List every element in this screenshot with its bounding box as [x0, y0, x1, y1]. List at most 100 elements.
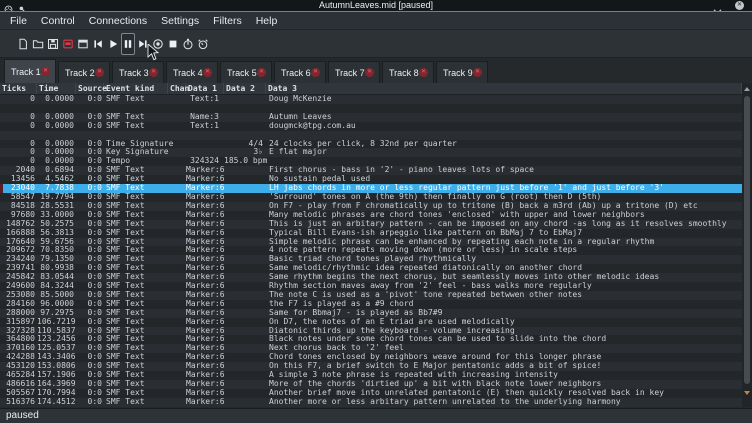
- panic-button[interactable]: [61, 33, 75, 55]
- metronome-button[interactable]: [196, 33, 210, 55]
- column-header-data1[interactable]: Data 1: [186, 83, 224, 94]
- open-folder-icon: [32, 38, 44, 50]
- stop-button[interactable]: [166, 33, 180, 55]
- tab-close-icon[interactable]: ✕: [311, 68, 320, 77]
- close-icon[interactable]: ✕: [735, 1, 744, 10]
- cell: Text:1: [186, 95, 224, 104]
- cell: [168, 220, 186, 229]
- tab-close-icon[interactable]: ✕: [473, 68, 482, 77]
- cell: [224, 371, 266, 380]
- cell: [168, 184, 186, 193]
- scroll-up-icon[interactable]: [744, 87, 750, 91]
- cell: [224, 318, 266, 327]
- play-icon: [107, 38, 119, 50]
- tab-close-icon[interactable]: ✕: [203, 68, 212, 77]
- new-file-icon: [17, 38, 29, 50]
- tab-close-icon[interactable]: ✕: [95, 68, 104, 77]
- stopwatch-button[interactable]: [181, 33, 195, 55]
- tab-track-7[interactable]: Track 7✕: [328, 61, 380, 83]
- cell: SMF Text: [104, 95, 168, 104]
- stop-icon: [167, 38, 179, 50]
- table-row[interactable]: 00.00000:0SMF TextText:1dougmck@tpg.com.…: [0, 122, 742, 131]
- pause-button[interactable]: [121, 33, 135, 55]
- cell: 0:0: [76, 122, 104, 131]
- skip-backward-icon: [92, 38, 104, 50]
- tab-track-1[interactable]: Track 1✕: [4, 59, 56, 83]
- tab-label: Track 9: [437, 68, 473, 78]
- tab-track-9[interactable]: Track 9✕: [436, 61, 488, 83]
- menu-connections[interactable]: Connections: [82, 12, 154, 30]
- table-row[interactable]: 516376174.45120:0SMF TextMarker:6Another…: [0, 398, 742, 407]
- tab-track-5[interactable]: Track 5✕: [220, 61, 272, 83]
- tab-close-icon[interactable]: ✕: [41, 67, 50, 76]
- menu-file[interactable]: File: [3, 12, 34, 30]
- cell: [224, 104, 266, 113]
- cell: [224, 229, 266, 238]
- menu-settings[interactable]: Settings: [154, 12, 206, 30]
- new-file-button[interactable]: [16, 33, 30, 55]
- menu-control[interactable]: Control: [34, 12, 82, 30]
- title-bar[interactable]: AutumnLeaves.mid [paused] ✕: [0, 0, 752, 11]
- column-header-source[interactable]: Source: [76, 83, 104, 94]
- scroll-down-icon[interactable]: [744, 391, 750, 395]
- cell: [168, 238, 186, 247]
- column-header-chan[interactable]: Chan: [168, 83, 186, 94]
- toolbar: [0, 30, 752, 58]
- cell: [168, 113, 186, 122]
- window-title: AutumnLeaves.mid [paused]: [0, 0, 752, 11]
- cell: [224, 282, 266, 291]
- cell: 24 clocks per click, 8 32nd per quarter: [266, 140, 742, 149]
- player-window-button[interactable]: [76, 33, 90, 55]
- tab-track-3[interactable]: Track 3✕: [112, 61, 164, 83]
- tab-close-icon[interactable]: ✕: [419, 68, 428, 77]
- cell: Text:1: [186, 122, 224, 131]
- vertical-scrollbar[interactable]: [742, 83, 752, 407]
- save-icon: [47, 38, 59, 50]
- cell: Another more or less arbitary pattern un…: [266, 398, 742, 407]
- tab-label: Track 1: [5, 67, 41, 77]
- menu-help[interactable]: Help: [249, 12, 285, 30]
- tab-close-icon[interactable]: ✕: [257, 68, 266, 77]
- column-header-data2[interactable]: Data 2: [224, 83, 266, 94]
- table-row[interactable]: 00.00000:0SMF TextText:1Doug McKenzie: [0, 95, 742, 104]
- cell: [224, 398, 266, 407]
- cell: [224, 335, 266, 344]
- status-bar: paused: [0, 408, 752, 423]
- menu-filters[interactable]: Filters: [206, 12, 249, 30]
- cell: [168, 318, 186, 327]
- cell: [224, 389, 266, 398]
- cell: [266, 104, 742, 113]
- cell: [168, 300, 186, 309]
- tab-close-icon[interactable]: ✕: [149, 68, 158, 77]
- tab-label: Track 4: [167, 68, 203, 78]
- cell: [168, 104, 186, 113]
- cell: [224, 184, 266, 193]
- tab-track-4[interactable]: Track 4✕: [166, 61, 218, 83]
- scrollbar-thumb[interactable]: [744, 96, 750, 384]
- cell: dougmck@tpg.com.au: [266, 122, 742, 131]
- skip-backward-button[interactable]: [91, 33, 105, 55]
- tab-close-icon[interactable]: ✕: [365, 68, 374, 77]
- cell: [168, 148, 186, 157]
- save-file-button[interactable]: [46, 33, 60, 55]
- cell: Marker:6: [186, 398, 224, 407]
- cell: [168, 353, 186, 362]
- column-header-data3[interactable]: Data 3: [266, 83, 742, 94]
- play-button[interactable]: [106, 33, 120, 55]
- tab-track-6[interactable]: Track 6✕: [274, 61, 326, 83]
- column-header-event-kind[interactable]: Event kind: [104, 83, 168, 94]
- cell: [168, 264, 186, 273]
- cell: 0.0000: [37, 122, 76, 131]
- cell: [168, 166, 186, 175]
- cell: [168, 273, 186, 282]
- column-header-time[interactable]: Time: [37, 83, 76, 94]
- cell: [224, 255, 266, 264]
- column-header-ticks[interactable]: Ticks: [0, 83, 37, 94]
- tab-track-2[interactable]: Track 2✕: [58, 61, 110, 83]
- cell: [168, 193, 186, 202]
- cell: 185.0 bpm: [224, 157, 266, 166]
- menu-bar: FileControlConnectionsSettingsFiltersHel…: [0, 12, 752, 30]
- tab-track-8[interactable]: Track 8✕: [382, 61, 434, 83]
- open-file-button[interactable]: [31, 33, 45, 55]
- cell: [224, 264, 266, 273]
